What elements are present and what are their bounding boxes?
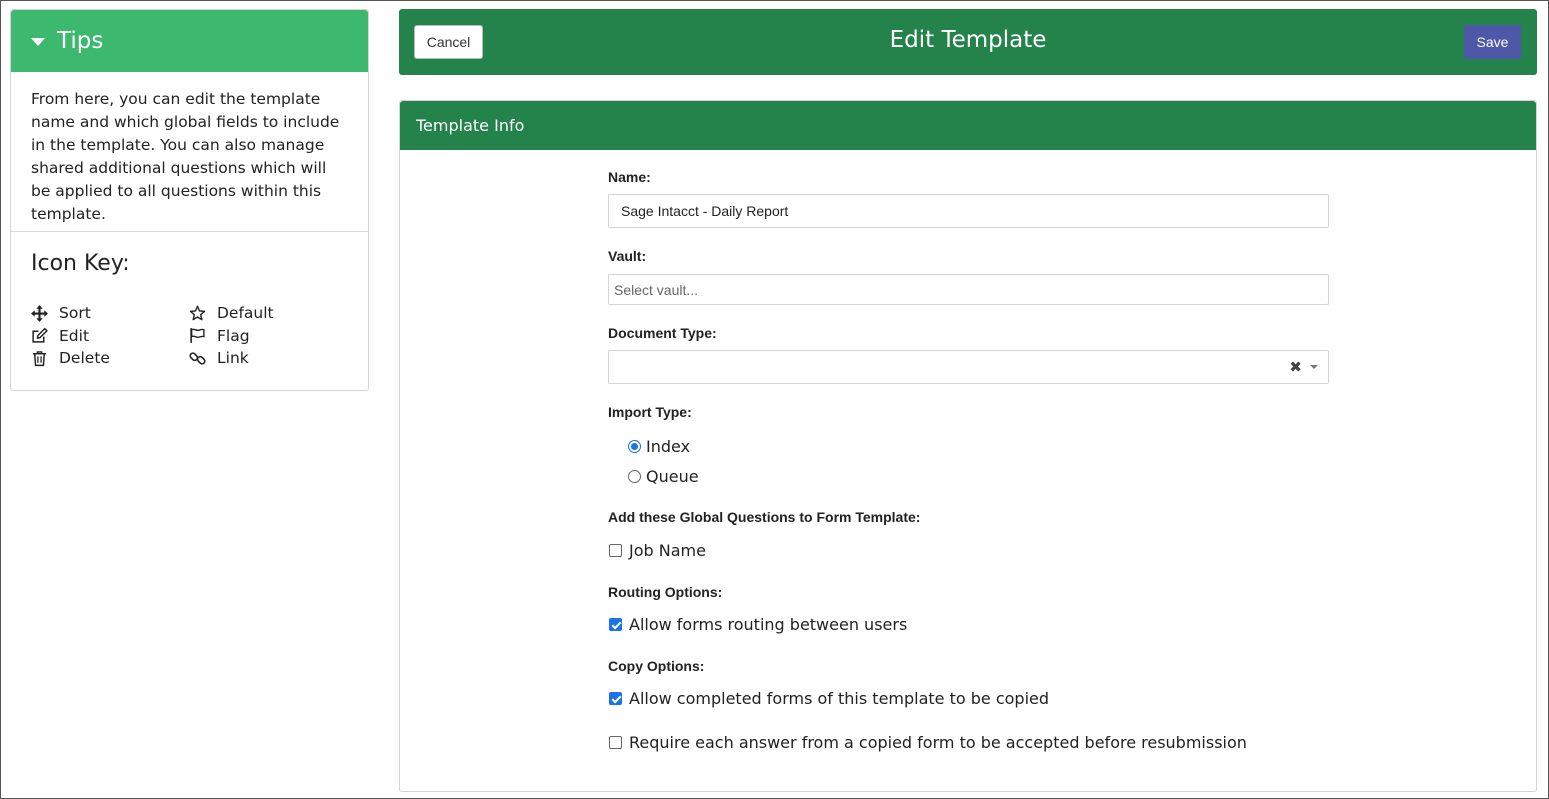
clear-icon[interactable]: ✖ [1289, 358, 1302, 376]
document-type-label: Document Type: [608, 325, 717, 341]
save-button[interactable]: Save [1464, 25, 1521, 59]
radio-label: Queue [646, 467, 699, 486]
checkbox-label: Allow forms routing between users [629, 615, 908, 634]
tips-description: From here, you can edit the template nam… [11, 72, 368, 232]
copy-allow-checkbox[interactable] [609, 692, 622, 705]
icon-key-label: Flag [217, 326, 250, 345]
icon-key-label: Default [217, 304, 274, 323]
edit-icon [32, 328, 48, 343]
icon-key-label: Sort [59, 304, 91, 323]
routing-option-allow[interactable]: Allow forms routing between users [609, 615, 907, 634]
app-window: Tips From here, you can edit the templat… [0, 0, 1549, 799]
global-question-job-name[interactable]: Job Name [609, 541, 706, 560]
import-type-queue[interactable]: Queue [628, 467, 699, 486]
radio-queue[interactable] [628, 470, 641, 483]
routing-options-label: Routing Options: [608, 584, 723, 600]
icon-key-title: Icon Key: [31, 251, 130, 276]
tips-toggle[interactable]: Tips [11, 10, 368, 72]
radio-index[interactable] [628, 440, 641, 453]
checkbox-label: Require each answer from a copied form t… [629, 733, 1247, 752]
tips-panel: Tips From here, you can edit the templat… [10, 9, 369, 391]
icon-key-list: Sort Default Edit Flag Delete Link [31, 302, 331, 370]
template-info-card: Template Info Name: Sage Intacct - Daily… [399, 100, 1537, 792]
copy-option-require-accept[interactable]: Require each answer from a copied form t… [609, 733, 1247, 752]
trash-icon [33, 350, 46, 366]
radio-label: Index [646, 437, 691, 456]
icon-key-link: Link [189, 347, 329, 370]
name-label: Name: [608, 169, 651, 185]
copy-options-label: Copy Options: [608, 658, 705, 674]
select-controls: ✖ [1289, 351, 1318, 383]
job-name-checkbox[interactable] [609, 544, 622, 557]
icon-key-default: Default [189, 302, 329, 325]
vault-placeholder: Select vault... [614, 281, 699, 298]
icon-key-flag: Flag [189, 325, 329, 348]
document-type-select[interactable]: ✖ [608, 350, 1329, 384]
icon-key-sort: Sort [31, 302, 189, 325]
copy-option-allow[interactable]: Allow completed forms of this template t… [609, 689, 1049, 708]
icon-key-label: Link [217, 349, 249, 368]
global-questions-label: Add these Global Questions to Form Templ… [608, 509, 921, 525]
chevron-down-icon[interactable] [1310, 365, 1318, 369]
checkbox-label: Job Name [629, 541, 706, 560]
routing-checkbox[interactable] [609, 618, 622, 631]
icon-key-label: Delete [59, 349, 110, 368]
vault-select[interactable]: Select vault... [608, 274, 1329, 305]
import-type-label: Import Type: [608, 404, 692, 420]
import-type-index[interactable]: Index [628, 437, 690, 456]
page-header: Cancel Edit Template Save [399, 9, 1537, 75]
flag-icon [190, 328, 205, 344]
checkbox-label: Allow completed forms of this template t… [629, 689, 1050, 708]
section-title: Template Info [400, 101, 1536, 150]
icon-key-edit: Edit [31, 325, 189, 348]
page-title: Edit Template [889, 27, 1047, 53]
name-field[interactable]: Sage Intacct - Daily Report [608, 194, 1329, 228]
icon-key-label: Edit [59, 326, 90, 345]
tips-title: Tips [57, 28, 104, 54]
link-icon [189, 352, 206, 365]
move-arrows-icon [31, 304, 48, 322]
copy-require-checkbox[interactable] [609, 736, 622, 749]
caret-down-icon [31, 38, 45, 46]
icon-key-delete: Delete [31, 347, 189, 370]
name-field-value: Sage Intacct - Daily Report [621, 203, 789, 219]
star-icon [189, 305, 206, 321]
vault-label: Vault: [608, 248, 647, 264]
